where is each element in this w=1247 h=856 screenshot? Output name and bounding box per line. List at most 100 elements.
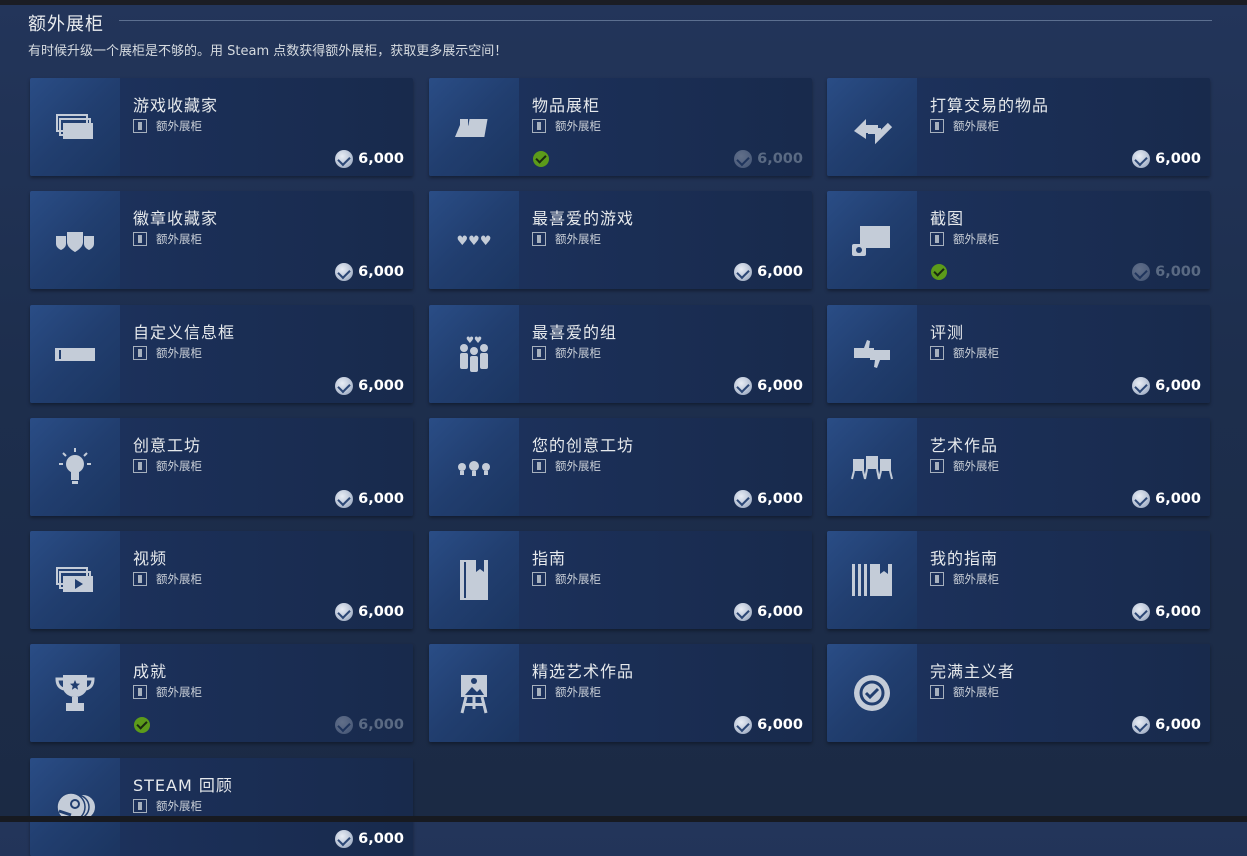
showcase-item-card[interactable]: 自定义信息框 额外展柜 6,000 — [30, 305, 413, 403]
item-name: 徽章收藏家 — [133, 209, 219, 228]
item-price: 6,000 — [1132, 603, 1201, 621]
profile-item-icon — [930, 232, 944, 246]
showcase-item-card[interactable]: 徽章收藏家额外展柜 6,000 — [30, 191, 413, 289]
item-price: 6,000 — [335, 716, 404, 734]
item-name: 我的指南 — [930, 549, 999, 568]
item-type: 额外展柜 — [133, 798, 202, 814]
custom-info-box-icon — [30, 305, 120, 403]
price-value: 6,000 — [1155, 151, 1201, 167]
price-value: 6,000 — [358, 717, 404, 733]
my-guides-icon — [827, 531, 917, 629]
profile-item-icon — [532, 572, 546, 586]
item-type: 额外展柜 — [930, 684, 999, 700]
featured-artwork-icon — [429, 644, 519, 742]
showcase-item-card[interactable]: 精选艺术作品 额外展柜 6,000 — [429, 644, 812, 742]
steam-points-icon — [1132, 150, 1151, 168]
showcase-item-card[interactable]: 指南额外展柜 6,000 — [429, 531, 812, 629]
item-type-label: 额外展柜 — [555, 572, 601, 586]
item-price: 6,000 — [1132, 716, 1201, 734]
item-name: 精选艺术作品 — [532, 662, 635, 681]
showcase-item-card[interactable]: 创意工坊 额外展柜 6,000 — [30, 418, 413, 516]
guide-icon — [429, 531, 519, 629]
bottom-bar — [0, 816, 1247, 822]
steam-points-icon — [734, 377, 753, 395]
price-value: 6,000 — [358, 151, 404, 167]
profile-item-icon — [930, 459, 944, 473]
price-value: 6,000 — [358, 264, 404, 280]
steam-points-icon — [734, 603, 753, 621]
item-name: 评测 — [930, 323, 965, 342]
showcase-item-card[interactable]: 您的创意工坊 额外展柜 6,000 — [429, 418, 812, 516]
workshop-icon — [30, 418, 120, 516]
profile-item-icon — [930, 346, 944, 360]
showcase-item-card[interactable]: ♥♥♥ 最喜爱的游戏 额外展柜 6,000 — [429, 191, 812, 289]
item-price: 6,000 — [734, 263, 803, 281]
item-type: 额外展柜 — [532, 458, 601, 474]
profile-item-icon — [133, 232, 147, 246]
steam-points-icon — [335, 603, 354, 621]
item-name: 自定义信息框 — [133, 323, 236, 342]
achievement-icon — [30, 644, 120, 742]
showcase-item-card[interactable]: ♥♥ 最喜爱的组 额外展柜 6,000 — [429, 305, 812, 403]
showcase-item-card[interactable]: 视频 额外展柜 6,000 — [30, 531, 413, 629]
item-type-label: 额外展柜 — [555, 459, 601, 473]
item-name: 物品展柜 — [532, 96, 601, 115]
profile-item-icon — [133, 685, 147, 699]
item-name: 截图 — [930, 209, 965, 228]
showcase-item-card[interactable]: 成就额外展柜 6,000 — [30, 644, 413, 742]
badge-collector-icon — [30, 191, 120, 289]
item-type: 额外展柜 — [133, 231, 202, 247]
svg-text:♥♥: ♥♥ — [466, 336, 482, 346]
section-title: 额外展柜 — [28, 14, 104, 35]
steam-points-icon — [1132, 263, 1151, 281]
price-value: 6,000 — [1155, 491, 1201, 507]
item-type-label: 额外展柜 — [953, 119, 999, 133]
steam-replay-icon — [30, 758, 120, 856]
price-value: 6,000 — [358, 831, 404, 847]
item-name: 成就 — [133, 662, 168, 681]
item-name: 视频 — [133, 549, 168, 568]
item-name: 指南 — [532, 549, 567, 568]
video-icon — [30, 531, 120, 629]
item-type: 额外展柜 — [930, 118, 999, 134]
price-value: 6,000 — [1155, 378, 1201, 394]
item-type: 额外展柜 — [532, 345, 601, 361]
steam-points-icon — [335, 716, 354, 734]
item-type: 额外展柜 — [532, 231, 601, 247]
item-type-label: 额外展柜 — [953, 572, 999, 586]
showcase-item-card[interactable]: 艺术作品额外展柜 6,000 — [827, 418, 1210, 516]
item-type-label: 额外展柜 — [156, 685, 202, 699]
showcase-item-card[interactable]: 打算交易的物品 额外展柜 6,000 — [827, 78, 1210, 176]
item-name: 艺术作品 — [930, 436, 999, 455]
showcase-item-card[interactable]: 评测 额外展柜 6,000 — [827, 305, 1210, 403]
top-bar — [0, 0, 1247, 5]
steam-points-icon — [734, 716, 753, 734]
steam-points-icon — [335, 490, 354, 508]
screenshot-icon — [827, 191, 917, 289]
item-type: 额外展柜 — [532, 571, 601, 587]
item-price: 6,000 — [335, 150, 404, 168]
item-name: 您的创意工坊 — [532, 436, 635, 455]
steam-points-icon — [1132, 603, 1151, 621]
profile-item-icon — [532, 346, 546, 360]
review-icon — [827, 305, 917, 403]
steam-points-icon — [335, 263, 354, 281]
showcase-item-card[interactable]: 完满主义者 额外展柜 6,000 — [827, 644, 1210, 742]
item-name: STEAM 回顾 — [133, 776, 233, 795]
showcase-item-card[interactable]: STEAM 回顾 额外展柜 6,000 — [30, 758, 413, 856]
showcase-item-card[interactable]: 游戏收藏家 额外展柜 6,000 — [30, 78, 413, 176]
item-type: 额外展柜 — [133, 345, 202, 361]
item-name: 最喜爱的游戏 — [532, 209, 635, 228]
steam-points-icon — [734, 150, 753, 168]
steam-points-icon — [1132, 716, 1151, 734]
showcase-item-card[interactable]: 截图 额外展柜 6,000 — [827, 191, 1210, 289]
favorite-group-icon: ♥♥ — [429, 305, 519, 403]
game-collection-icon — [30, 78, 120, 176]
owned-check-icon — [134, 717, 150, 733]
section-divider — [119, 20, 1212, 21]
item-price: 6,000 — [734, 603, 803, 621]
my-workshop-icon — [429, 418, 519, 516]
showcase-item-card[interactable]: 我的指南额外展柜 6,000 — [827, 531, 1210, 629]
showcase-item-card[interactable]: 物品展柜 额外展柜 6,000 — [429, 78, 812, 176]
item-type-label: 额外展柜 — [953, 459, 999, 473]
